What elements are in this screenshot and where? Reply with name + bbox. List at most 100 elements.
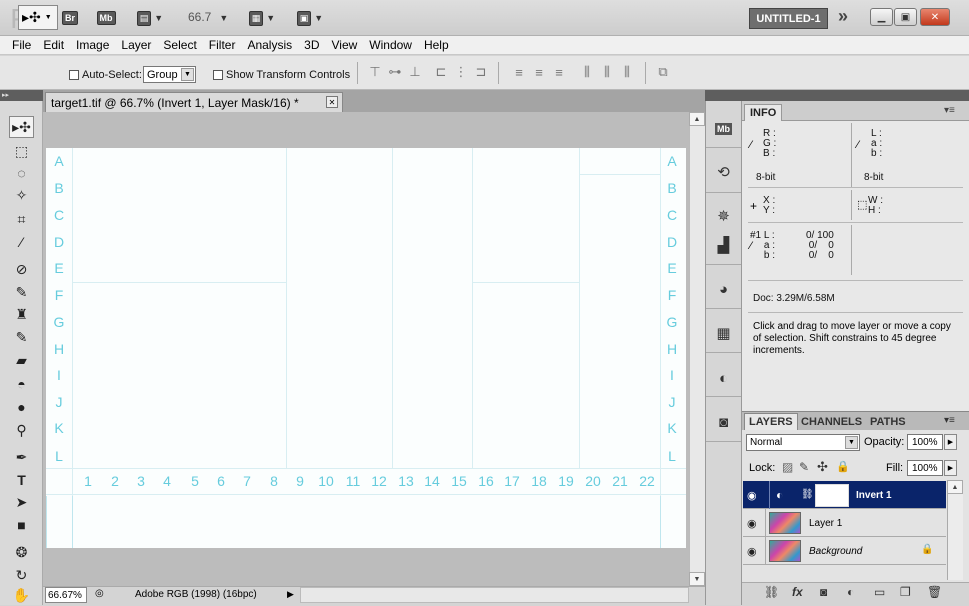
document-name-badge[interactable]: UNTITLED-1 — [749, 8, 828, 29]
menu-image[interactable]: Image — [70, 38, 115, 52]
link-layers-icon[interactable]: ⛓ — [764, 585, 779, 599]
restore-button[interactable]: ▣ — [894, 8, 917, 26]
opacity-slider-button[interactable]: ▶ — [944, 434, 957, 450]
spot-healing-tool[interactable]: ⊘ — [9, 258, 34, 280]
layer-row-background[interactable]: ◉ Background 🔒 — [743, 537, 946, 565]
arrange-documents-button[interactable]: ▦ ▼ — [244, 9, 280, 27]
distribute-right-button[interactable]: ⫼ — [618, 64, 636, 80]
horizontal-scrollbar[interactable] — [300, 587, 689, 603]
align-left-edges-button[interactable]: ⊏ — [432, 64, 450, 80]
masks-panel-button[interactable]: ◙ — [710, 410, 737, 434]
menu-analysis[interactable]: Analysis — [241, 38, 298, 52]
scroll-up-icon[interactable]: ▲ — [947, 480, 963, 494]
pen-tool[interactable]: ✒ — [9, 446, 34, 468]
panel-dock-collapse-icon[interactable] — [705, 90, 742, 101]
close-button[interactable]: ✕ — [920, 8, 950, 26]
zoom-field[interactable]: 66.67% — [45, 587, 87, 603]
clone-stamp-tool[interactable]: ♜ — [9, 303, 34, 325]
menu-3d[interactable]: 3D — [298, 38, 325, 52]
menu-view[interactable]: View — [325, 38, 363, 52]
eye-icon[interactable]: ◉ — [747, 545, 757, 558]
tool-preset-picker[interactable]: ▸✣ ▼ — [18, 5, 58, 30]
fill-input[interactable]: 100% — [907, 460, 943, 476]
brush-tool[interactable]: ✎ — [9, 281, 34, 303]
view-extras-button[interactable]: ▤ ▼ — [132, 9, 168, 27]
blur-tool[interactable]: ● — [9, 396, 34, 418]
menu-edit[interactable]: Edit — [37, 38, 70, 52]
lock-all-icon[interactable]: 🔒 — [836, 460, 850, 473]
workspace-more-icon[interactable]: » — [838, 6, 848, 27]
eyedropper-tool[interactable]: ⁄ — [9, 231, 34, 253]
scroll-up-icon[interactable]: ▲ — [689, 112, 705, 126]
launch-mini-bridge-button[interactable]: Mb — [96, 9, 116, 27]
lock-image-pixels-icon[interactable]: ✎ — [799, 460, 809, 474]
layer-mask-thumbnail[interactable] — [815, 484, 849, 507]
paint-bucket-tool[interactable]: ◓ — [9, 373, 34, 395]
histogram-panel-button[interactable]: ▟ — [710, 233, 737, 257]
menu-help[interactable]: Help — [418, 38, 455, 52]
navigator-panel-button[interactable]: ✵ — [710, 204, 737, 228]
status-info-icon[interactable]: ◎ — [95, 588, 104, 599]
align-bottom-edges-button[interactable]: ⊥ — [406, 64, 424, 80]
type-tool[interactable]: T — [9, 469, 34, 491]
shape-tool[interactable]: ■ — [9, 514, 34, 536]
distribute-bottom-button[interactable]: ≡ — [550, 64, 568, 80]
menu-layer[interactable]: Layer — [115, 38, 157, 52]
vertical-scrollbar[interactable] — [689, 112, 705, 586]
eraser-tool[interactable]: ▰ — [9, 349, 34, 371]
swatches-panel-button[interactable]: ▦ — [710, 321, 737, 345]
history-panel-button[interactable]: ⟲ — [710, 160, 737, 184]
menu-window[interactable]: Window — [363, 38, 418, 52]
align-vertical-centers-button[interactable]: ⊶ — [386, 64, 404, 80]
hand-tool[interactable]: ✋ — [9, 584, 34, 606]
mini-bridge-panel-button[interactable]: Mb — [710, 117, 737, 141]
marquee-tool[interactable]: ⬚ — [9, 140, 34, 162]
eye-icon[interactable]: ◉ — [747, 517, 757, 530]
3d-rotate-tool[interactable]: ❂ — [9, 541, 34, 563]
tab-layers[interactable]: LAYERS — [744, 413, 798, 430]
screen-mode-button[interactable]: ▣ ▼ — [292, 9, 328, 27]
show-transform-controls-checkbox[interactable]: Show Transform Controls — [213, 67, 350, 81]
scroll-down-icon[interactable]: ▼ — [689, 572, 705, 586]
layer-row-layer-1[interactable]: ◉ Layer 1 — [743, 509, 946, 537]
blend-mode-select[interactable]: Normal ▼ — [746, 434, 860, 451]
color-panel-button[interactable]: ◕ — [710, 277, 737, 301]
tab-paths[interactable]: PATHS — [866, 413, 910, 430]
add-mask-icon[interactable]: ◙ — [820, 585, 827, 599]
3d-orbit-tool[interactable]: ↻ — [9, 564, 34, 586]
minimize-button[interactable]: ▁ — [870, 8, 893, 26]
history-brush-tool[interactable]: ✎ — [9, 326, 34, 348]
document-canvas[interactable]: A B C D E F G H I J K L A B C D E F G H … — [46, 148, 686, 548]
tab-info[interactable]: INFO — [744, 104, 783, 121]
zoom-level-menu[interactable]: 66.7 ▼ — [188, 10, 228, 24]
new-group-icon[interactable]: ▭ — [874, 585, 885, 599]
distribute-hcenter-button[interactable]: ⫼ — [598, 64, 616, 80]
menu-select[interactable]: Select — [157, 38, 202, 52]
panel-menu-icon[interactable]: ▾≡ — [944, 105, 955, 116]
layers-scrollbar[interactable] — [947, 480, 963, 580]
fill-slider-button[interactable]: ▶ — [944, 460, 957, 476]
document-tab[interactable]: target1.tif @ 66.7% (Invert 1, Layer Mas… — [45, 92, 343, 112]
lasso-tool[interactable]: ◌ — [9, 162, 34, 184]
align-top-edges-button[interactable]: ⊤ — [366, 64, 384, 80]
path-selection-tool[interactable]: ➤ — [9, 491, 34, 513]
move-tool[interactable]: ▸✣ — [9, 116, 34, 138]
quick-selection-tool[interactable]: ✧ — [9, 184, 34, 206]
lock-position-icon[interactable]: ✣ — [817, 459, 828, 475]
auto-select-checkbox[interactable]: Auto-Select: — [69, 67, 142, 81]
distribute-vcenter-button[interactable]: ≡ — [530, 64, 548, 80]
layer-style-icon[interactable]: fx — [792, 585, 803, 599]
mask-link-icon[interactable]: ⛓ — [801, 489, 814, 500]
dodge-tool[interactable]: ⚲ — [9, 419, 34, 441]
layers-panel-menu-icon[interactable]: ▾≡ — [944, 415, 955, 426]
layer-row-invert-1[interactable]: ◉ ◐ ⛓ Invert 1 — [743, 481, 946, 509]
new-adjustment-layer-icon[interactable]: ◐ — [847, 585, 854, 599]
menu-file[interactable]: File — [6, 38, 37, 52]
lock-transparent-pixels-icon[interactable]: ▨ — [782, 460, 793, 474]
tools-panel-collapse-icon[interactable]: ▸▸ — [0, 90, 43, 101]
new-layer-icon[interactable]: ❐ — [900, 585, 911, 599]
adjustments-panel-button[interactable]: ◐ — [710, 366, 737, 390]
align-right-edges-button[interactable]: ⊐ — [472, 64, 490, 80]
launch-bridge-button[interactable]: Br — [60, 9, 80, 27]
auto-select-target-select[interactable]: Group ▼ — [143, 66, 196, 83]
